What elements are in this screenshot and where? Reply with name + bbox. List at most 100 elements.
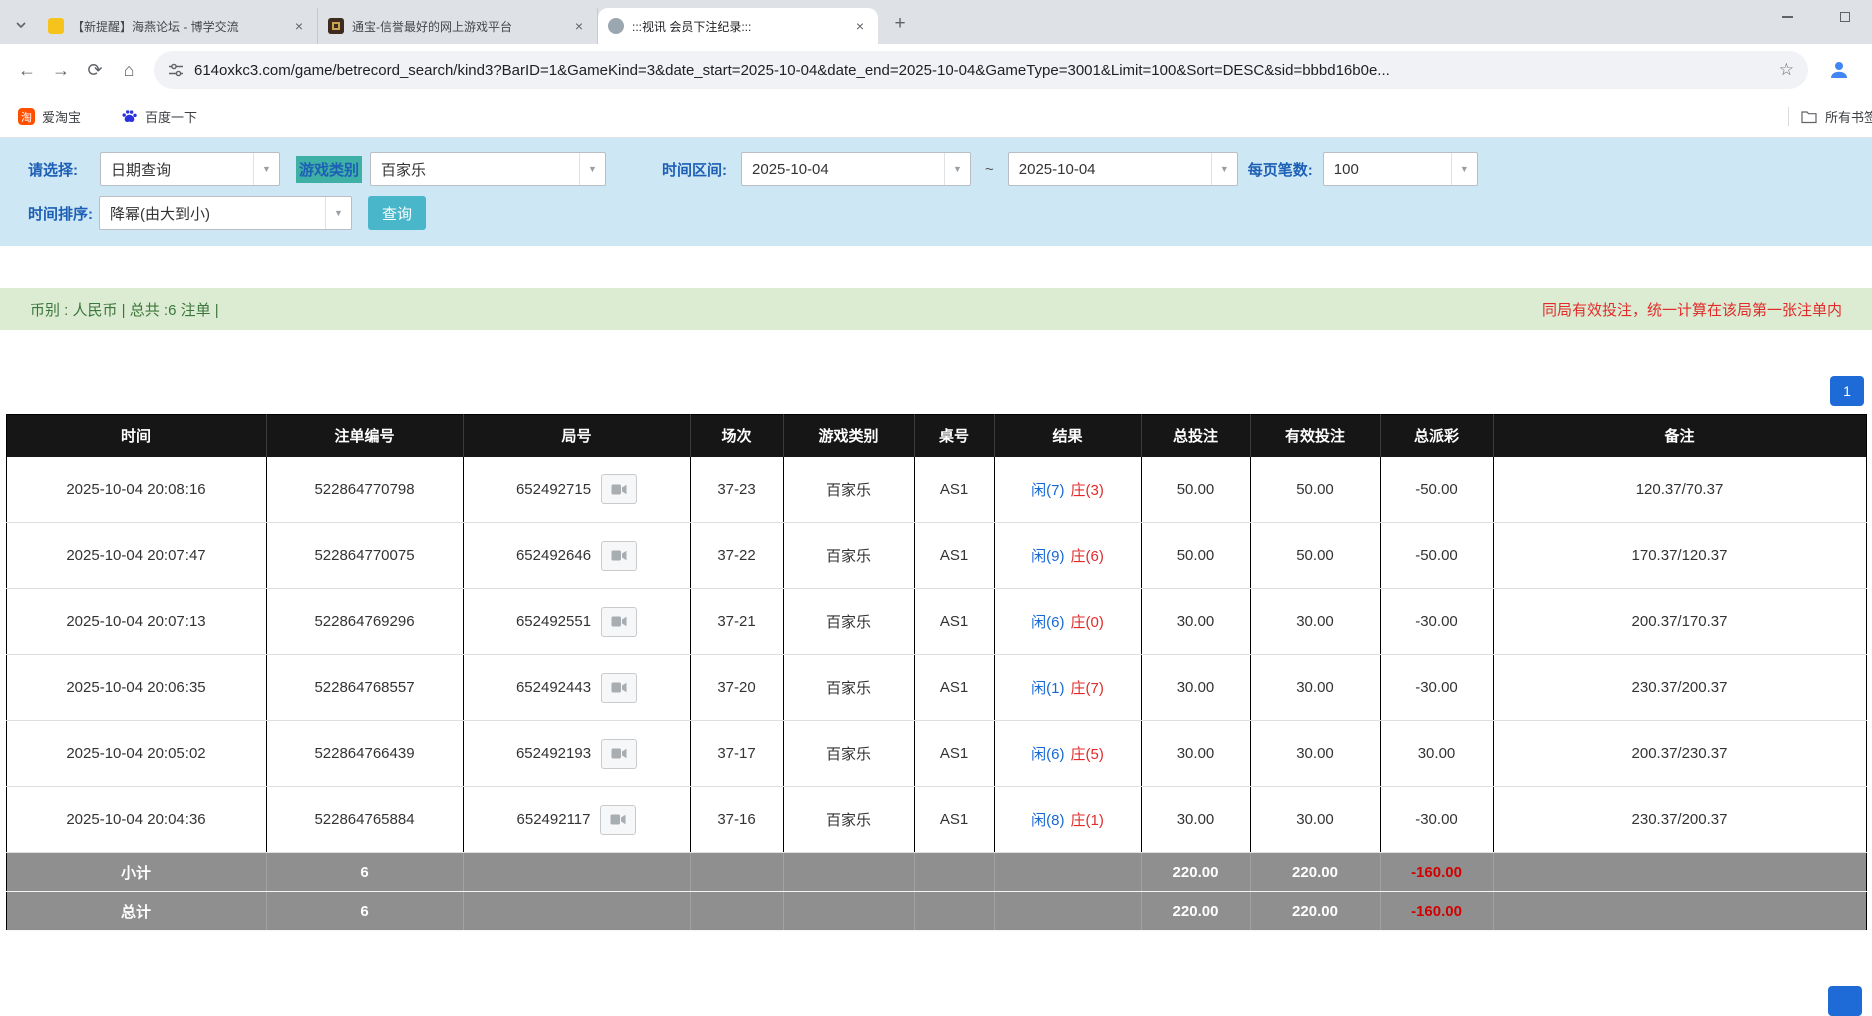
cell-time: 2025-10-04 20:05:02 [6,721,266,787]
minimize-button[interactable] [1780,10,1794,24]
tab-close-icon[interactable]: × [291,18,307,34]
tab-favicon-icon [328,18,344,34]
video-replay-button[interactable] [601,541,637,571]
cell-payout: -30.00 [1380,655,1493,721]
bookmark-star-icon[interactable]: ☆ [1779,60,1794,80]
site-settings-icon[interactable] [168,62,184,78]
total-payout: -160.00 [1380,892,1493,931]
maximize-button[interactable] [1838,10,1852,24]
search-button[interactable]: 查询 [368,196,426,230]
total-row: 总计 6 220.00 220.00 -160.00 [6,892,1866,931]
summary-bar: 币别 : 人民币 | 总共 :6 注单 | 同局有效投注，统一计算在该局第一张注… [0,288,1872,330]
new-tab-button[interactable]: + [886,10,914,38]
video-replay-button[interactable] [601,673,637,703]
cell-table: AS1 [914,655,994,721]
date-range-label: 时间区间: [662,159,727,180]
result-banker: 庄(0) [1071,614,1104,631]
cell-table: AS1 [914,457,994,523]
chevron-down-icon: ▼ [325,197,351,229]
total-count: 6 [266,892,463,931]
browser-tab-forum[interactable]: 【新提醒】海燕论坛 - 博学交流 × [38,8,318,44]
video-replay-button[interactable] [601,739,637,769]
cell-payout: 30.00 [1380,721,1493,787]
cell-total-bet[interactable]: 30.00 [1141,787,1250,853]
tab-search-chevron-icon[interactable] [8,12,34,38]
col-time: 时间 [6,415,266,457]
forward-button[interactable]: → [44,53,78,87]
tab-close-icon[interactable]: × [852,18,868,34]
home-button[interactable]: ⌂ [112,53,146,87]
page-size-label: 每页笔数: [1248,159,1313,180]
taobao-icon: 淘 [18,108,35,125]
reload-button[interactable]: ⟳ [78,53,112,87]
tab-title: 【新提醒】海燕论坛 - 博学交流 [72,18,283,35]
bookmark-aitaobao[interactable]: 淘 爱淘宝 [12,103,87,130]
browser-tab-bet-records-active[interactable]: :::视讯 会员下注纪录::: × [598,8,878,44]
tab-close-icon[interactable]: × [571,18,587,34]
cell-total-bet[interactable]: 30.00 [1141,721,1250,787]
pagination-page-button[interactable]: 1 [1830,376,1864,406]
video-replay-button[interactable] [601,474,637,504]
total-label: 总计 [6,892,266,931]
cell-session: 37-20 [690,655,783,721]
page-size-select[interactable]: 100 ▼ [1323,152,1478,186]
address-bar[interactable]: 614oxkc3.com/game/betrecord_search/kind3… [154,51,1808,89]
window-controls [1780,10,1852,24]
game-category-select[interactable]: 百家乐 ▼ [370,152,606,186]
cell-total-bet[interactable]: 50.00 [1141,523,1250,589]
back-button[interactable]: ← [10,53,44,87]
cell-round: 652492117 [463,787,690,853]
pagination-page-button-bottom[interactable] [1828,986,1862,1016]
profile-avatar-icon[interactable] [1824,55,1854,85]
folder-icon [1801,110,1817,124]
game-category-value: 百家乐 [371,159,579,180]
cell-payout: -30.00 [1380,787,1493,853]
url-text[interactable]: 614oxkc3.com/game/betrecord_search/kind3… [194,62,1769,79]
cell-time: 2025-10-04 20:07:47 [6,523,266,589]
cell-payout: -50.00 [1380,523,1493,589]
cell-game-type: 百家乐 [783,589,914,655]
bet-record-row: 2025-10-04 20:06:35 522864768557 6524924… [6,655,1866,721]
bookmark-baidu[interactable]: 百度一下 [115,103,203,130]
subtotal-payout: -160.00 [1380,853,1493,892]
cell-result: 闲(9)庄(6) [994,523,1141,589]
cell-note: 200.37/230.37 [1493,721,1866,787]
sort-select[interactable]: 降幂(由大到小) ▼ [99,196,352,230]
cell-session: 37-23 [690,457,783,523]
date-start-select[interactable]: 2025-10-04 ▼ [741,152,971,186]
cell-total-bet[interactable]: 30.00 [1141,655,1250,721]
cell-bet-id: 522864770798 [266,457,463,523]
col-payout: 总派彩 [1380,415,1493,457]
all-bookmarks[interactable]: 所有书签 [1788,107,1872,126]
bookmark-label: 爱淘宝 [42,107,81,126]
result-banker: 庄(6) [1071,548,1104,565]
tab-title: :::视讯 会员下注纪录::: [632,18,844,35]
cell-game-type: 百家乐 [783,787,914,853]
browser-tab-tongbao[interactable]: 通宝-信誉最好的网上游戏平台 × [318,8,598,44]
chevron-down-icon: ▼ [579,153,605,185]
video-replay-button[interactable] [601,607,637,637]
bet-record-row: 2025-10-04 20:05:02 522864766439 6524921… [6,721,1866,787]
cell-game-type: 百家乐 [783,655,914,721]
result-player: 闲(8) [1031,812,1064,829]
date-end-select[interactable]: 2025-10-04 ▼ [1008,152,1238,186]
all-bookmarks-label: 所有书签 [1825,107,1872,126]
table-header-row: 时间 注单编号 局号 场次 游戏类别 桌号 结果 总投注 有效投注 总派彩 备注 [6,415,1866,457]
cell-note: 120.37/70.37 [1493,457,1866,523]
cell-time: 2025-10-04 20:07:13 [6,589,266,655]
bet-records-table: 时间 注单编号 局号 场次 游戏类别 桌号 结果 总投注 有效投注 总派彩 备注… [6,414,1867,931]
tab-favicon-icon [48,18,64,34]
pagination-top: 1 [6,376,1866,406]
result-banker: 庄(3) [1071,482,1104,499]
cell-note: 230.37/200.37 [1493,787,1866,853]
bet-record-row: 2025-10-04 20:08:16 522864770798 6524927… [6,457,1866,523]
query-type-select[interactable]: 日期查询 ▼ [100,152,280,186]
cell-total-bet[interactable]: 30.00 [1141,589,1250,655]
cell-note: 200.37/170.37 [1493,589,1866,655]
col-round: 局号 [463,415,690,457]
cell-total-bet[interactable]: 50.00 [1141,457,1250,523]
video-replay-button[interactable] [600,805,636,835]
cell-round: 652492443 [463,655,690,721]
chevron-down-icon: ▼ [1451,153,1477,185]
query-type-value: 日期查询 [101,159,253,180]
